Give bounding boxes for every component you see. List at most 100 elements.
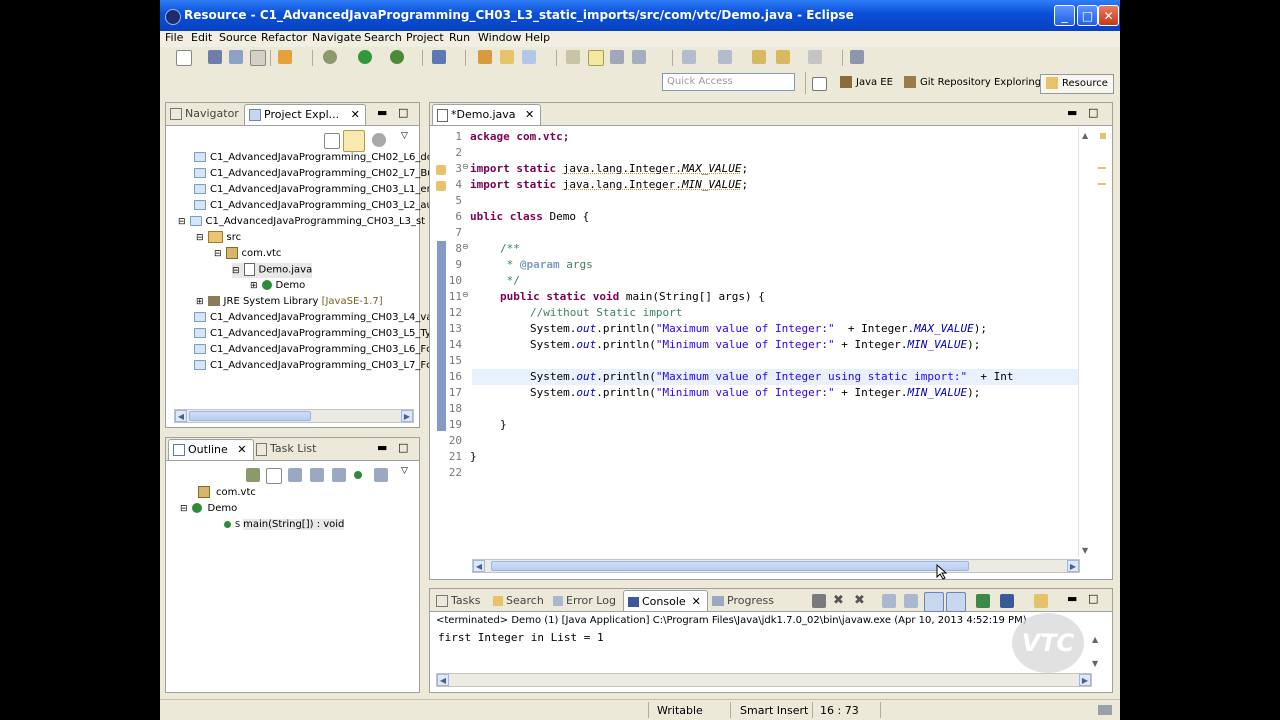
hide-local-types-icon[interactable] bbox=[374, 468, 388, 482]
collapse-toggle-icon[interactable]: ⊟ bbox=[232, 266, 240, 276]
collapse-toggle-icon[interactable]: ⊟ bbox=[196, 233, 204, 243]
open-folder-icon[interactable] bbox=[478, 50, 492, 64]
scroll-up-icon[interactable]: ▲ bbox=[1092, 635, 1098, 644]
minimize-button[interactable]: _ bbox=[1054, 5, 1075, 26]
debug-icon[interactable] bbox=[323, 50, 337, 64]
new-package-icon[interactable] bbox=[432, 50, 446, 64]
close-icon[interactable]: ✕ bbox=[237, 443, 246, 456]
quick-access-input[interactable]: Quick Access bbox=[662, 73, 795, 91]
block-selection-icon[interactable] bbox=[632, 50, 646, 64]
tree-item-project[interactable]: C1_AdvancedJavaProgramming_CH02_L6_dc bbox=[194, 151, 432, 165]
maximize-view-icon[interactable]: □ bbox=[398, 441, 408, 454]
editor-tab-demo-java[interactable]: *Demo.java ✕ bbox=[432, 104, 542, 125]
tree-item-demo-java[interactable]: ⊟ Demo.java bbox=[232, 263, 313, 278]
maximize-button[interactable]: □ bbox=[1077, 5, 1098, 26]
minimize-view-icon[interactable]: ▬ bbox=[377, 106, 387, 119]
terminate-icon[interactable] bbox=[812, 594, 826, 608]
maximize-view-icon[interactable]: □ bbox=[398, 106, 408, 119]
chevron-down-icon[interactable]: ▽ bbox=[401, 131, 408, 141]
scroll-left-icon[interactable]: ◀ bbox=[175, 410, 187, 422]
pin-editor-icon[interactable] bbox=[850, 50, 864, 64]
tab-error-log[interactable]: Error Log bbox=[553, 594, 616, 607]
collapse-all-icon[interactable] bbox=[324, 133, 340, 149]
save-all-icon[interactable] bbox=[229, 50, 243, 64]
tree-item-src[interactable]: ⊟ src bbox=[196, 231, 241, 245]
scroll-down-icon[interactable]: ▼ bbox=[1092, 659, 1098, 668]
collapse-toggle-icon[interactable]: ⊟ bbox=[178, 217, 186, 227]
overview-marker[interactable] bbox=[1098, 183, 1106, 185]
hide-non-public-icon[interactable] bbox=[332, 468, 346, 482]
outline-item-package[interactable]: com.vtc bbox=[198, 486, 256, 500]
scrollbar-thumb[interactable] bbox=[491, 561, 969, 571]
back-dropdown-icon[interactable] bbox=[776, 50, 790, 64]
tree-item-project[interactable]: C1_AdvancedJavaProgramming_CH03_L5_Ty bbox=[194, 327, 431, 341]
minimize-view-icon[interactable]: ▬ bbox=[377, 441, 387, 454]
minimize-view-icon[interactable]: ▬ bbox=[1067, 592, 1077, 605]
tab-console[interactable]: Console ✕ bbox=[623, 590, 708, 611]
display-console-icon[interactable] bbox=[1000, 594, 1014, 608]
show-on-stdout-icon[interactable] bbox=[924, 592, 944, 612]
menu-run[interactable]: Run bbox=[449, 31, 470, 44]
tab-progress[interactable]: Progress bbox=[712, 594, 774, 607]
scroll-left-icon[interactable]: ◀ bbox=[437, 674, 449, 686]
menu-edit[interactable]: Edit bbox=[191, 31, 212, 44]
toggle-mark-occurrences-icon[interactable] bbox=[566, 50, 580, 64]
minimize-view-icon[interactable]: ▬ bbox=[1067, 106, 1077, 119]
perspective-java-ee[interactable]: Java EE bbox=[840, 74, 893, 92]
fold-icon[interactable]: ⊖ bbox=[462, 162, 469, 171]
collapse-toggle-icon[interactable]: ⊟ bbox=[214, 249, 222, 259]
tree-item-project[interactable]: C1_AdvancedJavaProgramming_CH03_L6_Fc bbox=[194, 343, 432, 357]
overview-marker[interactable] bbox=[1098, 167, 1106, 169]
link-icon[interactable] bbox=[354, 471, 362, 479]
collapse-toggle-icon[interactable]: ⊟ bbox=[180, 504, 188, 514]
open-console-icon[interactable] bbox=[1034, 594, 1048, 608]
collapse-all-icon[interactable] bbox=[266, 468, 282, 484]
run-icon[interactable] bbox=[358, 50, 372, 64]
scrollbar-thumb[interactable] bbox=[189, 411, 311, 421]
menu-project[interactable]: Project bbox=[406, 31, 444, 44]
tree-item-project[interactable]: C1_AdvancedJavaProgramming_CH03_L7_Fc bbox=[194, 359, 432, 373]
menu-search[interactable]: Search bbox=[364, 31, 402, 44]
open-type-icon[interactable] bbox=[278, 50, 292, 64]
perspective-resource[interactable]: Resource bbox=[1040, 74, 1114, 94]
sort-icon[interactable] bbox=[246, 468, 260, 482]
close-icon[interactable]: ✕ bbox=[692, 595, 701, 608]
perspective-git[interactable]: Git Repository Exploring bbox=[904, 74, 1041, 92]
scroll-up-icon[interactable]: ▲ bbox=[1082, 131, 1088, 140]
scroll-right-icon[interactable]: ▶ bbox=[401, 410, 413, 422]
menu-navigate[interactable]: Navigate bbox=[312, 31, 361, 44]
print-icon[interactable] bbox=[250, 50, 266, 66]
explorer-horizontal-scrollbar[interactable]: ◀ ▶ bbox=[174, 409, 414, 423]
scroll-lock-icon[interactable] bbox=[904, 594, 918, 608]
scroll-right-icon[interactable]: ▶ bbox=[1079, 674, 1091, 686]
tab-tasks[interactable]: Tasks bbox=[436, 594, 480, 607]
close-icon[interactable]: ✕ bbox=[525, 108, 534, 121]
tree-item-project-open[interactable]: ⊟ C1_AdvancedJavaProgramming_CH03_L3_st bbox=[178, 215, 425, 229]
hide-static-icon[interactable] bbox=[310, 468, 324, 482]
maximize-view-icon[interactable]: □ bbox=[1088, 592, 1098, 605]
scroll-right-icon[interactable]: ▶ bbox=[1067, 560, 1079, 572]
tab-project-explorer[interactable]: Project Expl... ✕ bbox=[244, 104, 366, 125]
next-annotation-icon[interactable] bbox=[682, 50, 696, 64]
fold-icon[interactable]: ⊖ bbox=[462, 290, 469, 299]
expand-toggle-icon[interactable]: ⊞ bbox=[250, 281, 258, 291]
scroll-down-icon[interactable]: ▼ bbox=[1082, 546, 1088, 555]
link-with-editor-icon[interactable] bbox=[343, 130, 365, 152]
open-resource-icon[interactable] bbox=[500, 50, 514, 64]
menu-source[interactable]: Source bbox=[219, 31, 257, 44]
menu-help[interactable]: Help bbox=[525, 31, 550, 44]
editor-horizontal-scrollbar[interactable]: ◀ ▶ bbox=[472, 559, 1080, 573]
tree-item-demo-class[interactable]: ⊞ Demo bbox=[250, 279, 305, 293]
console-output[interactable]: first Integer in List = 1 bbox=[438, 631, 604, 644]
search-tool-icon[interactable] bbox=[522, 50, 536, 64]
hide-fields-icon[interactable] bbox=[288, 468, 302, 482]
maximize-view-icon[interactable]: □ bbox=[1088, 106, 1098, 119]
view-menu-icon[interactable] bbox=[372, 133, 386, 147]
outline-item-class[interactable]: ⊟ Demo bbox=[180, 502, 237, 516]
close-button[interactable]: ✕ bbox=[1098, 5, 1119, 26]
remove-all-icon[interactable]: ✖ bbox=[854, 594, 868, 608]
forward-icon[interactable] bbox=[808, 50, 822, 64]
show-on-stderr-icon[interactable] bbox=[946, 592, 966, 612]
chevron-down-icon[interactable]: ▽ bbox=[401, 466, 408, 476]
save-icon[interactable] bbox=[208, 50, 222, 64]
